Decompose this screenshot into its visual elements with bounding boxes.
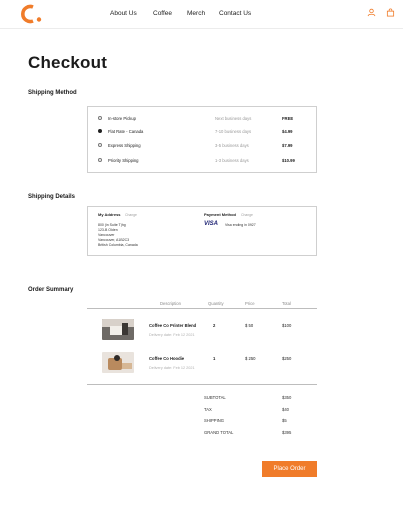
radio-button[interactable] [98, 143, 102, 147]
address-line: British Columbia, Canada [98, 243, 138, 247]
payment-label: Payment Method [204, 212, 237, 217]
item-name: Coffee Co Hoodie [149, 356, 185, 361]
shipping-option-time: 1-3 business days [215, 158, 249, 163]
shipping-option-price: $7.99 [282, 143, 293, 148]
radio-button[interactable] [98, 116, 102, 120]
nav-merch[interactable]: Merch [187, 10, 205, 17]
nav-coffee[interactable]: Coffee [153, 10, 172, 17]
shipping-option-name: In-store Pickup [108, 116, 136, 121]
shipping-option-name: Express Shipping [108, 143, 141, 148]
column-header-total: Total [282, 301, 291, 306]
shipping-option-time: 7-10 business days [215, 129, 252, 134]
shipping-option-name: Flat Rate - Canada [108, 129, 144, 134]
tax-value: $40 [282, 407, 289, 412]
radio-button[interactable] [98, 158, 102, 162]
shipping-option-price: $10.99 [282, 158, 295, 163]
nav-about-us[interactable]: About Us [110, 10, 137, 17]
radio-button-selected[interactable] [98, 129, 102, 133]
subtotal-value: $350 [282, 395, 292, 400]
column-header-price: Price [245, 301, 255, 306]
address-line: Vancouver [98, 233, 115, 237]
address-line: Vancouver, A1B2C3 [98, 238, 130, 242]
shipping-value: $5 [282, 418, 287, 423]
shipping-option-time: 3-5 business days [215, 143, 249, 148]
shipping-method-heading: Shipping Method [28, 90, 77, 96]
divider [87, 308, 317, 309]
grand-total-value: $395 [282, 430, 292, 435]
address-label: My Address [98, 212, 121, 217]
site-header: About Us Coffee Merch Contact Us [0, 0, 403, 29]
shipping-option[interactable]: In-store Pickup Next business days FREE [88, 114, 317, 124]
item-total: $250 [282, 356, 292, 361]
column-header-quantity: Quantity [208, 301, 224, 306]
item-quantity: 2 [213, 323, 216, 328]
address-line: 123-B Olden [98, 228, 118, 232]
visa-logo: VISA [204, 221, 219, 227]
product-image-printer-blend [102, 319, 134, 340]
product-image-hoodie [102, 352, 134, 373]
shipping-method-box: In-store Pickup Next business days FREE … [87, 106, 317, 173]
item-total: $100 [282, 323, 292, 328]
subtotal-label: SUBTOTAL [204, 395, 226, 400]
page-title: Checkout [28, 53, 108, 72]
address-line: 800 (in Suite T)hg [98, 223, 126, 227]
card-text: Visa ending in 0927 [225, 223, 256, 227]
nav-contact-us[interactable]: Contact Us [219, 10, 251, 17]
shipping-label: SHIPPING [204, 418, 225, 423]
tax-label: TAX [204, 407, 212, 412]
order-summary-heading: Order Summary [28, 287, 74, 293]
item-delivery-date: Delivery date: Feb 12 2021 [149, 333, 195, 337]
item-name: Coffee Co Printer Blend [149, 323, 197, 328]
shipping-option-time: Next business days [215, 116, 252, 121]
shipping-option-price: $4.99 [282, 129, 293, 134]
shipping-option[interactable]: Express Shipping 3-5 business days $7.99 [88, 141, 317, 151]
item-quantity: 1 [213, 356, 216, 361]
divider [87, 384, 317, 385]
shipping-option-price: FREE [282, 116, 294, 121]
shipping-option[interactable]: Priority Shipping 1-3 business days $10.… [88, 156, 317, 166]
shipping-option-name: Priority Shipping [108, 158, 139, 163]
grand-total-label: GRAND TOTAL [204, 430, 234, 435]
column-header-description: Description [160, 301, 181, 306]
shipping-details-box: My Address Change 800 (in Suite T)hg 123… [87, 206, 317, 256]
shopping-bag-icon[interactable] [386, 8, 395, 17]
address-change-link[interactable]: Change [125, 213, 137, 217]
payment-change-link[interactable]: Change [241, 213, 253, 217]
place-order-button[interactable]: Place Order [262, 461, 317, 477]
main-nav: About Us Coffee Merch Contact Us [0, 10, 403, 20]
item-price: $ 50 [245, 323, 254, 328]
shipping-details-heading: Shipping Details [28, 194, 76, 200]
item-delivery-date: Delivery date: Feb 12 2021 [149, 366, 195, 370]
shipping-option[interactable]: Flat Rate - Canada 7-10 business days $4… [88, 127, 317, 137]
user-icon[interactable] [367, 8, 376, 17]
item-price: $ 250 [245, 356, 256, 361]
